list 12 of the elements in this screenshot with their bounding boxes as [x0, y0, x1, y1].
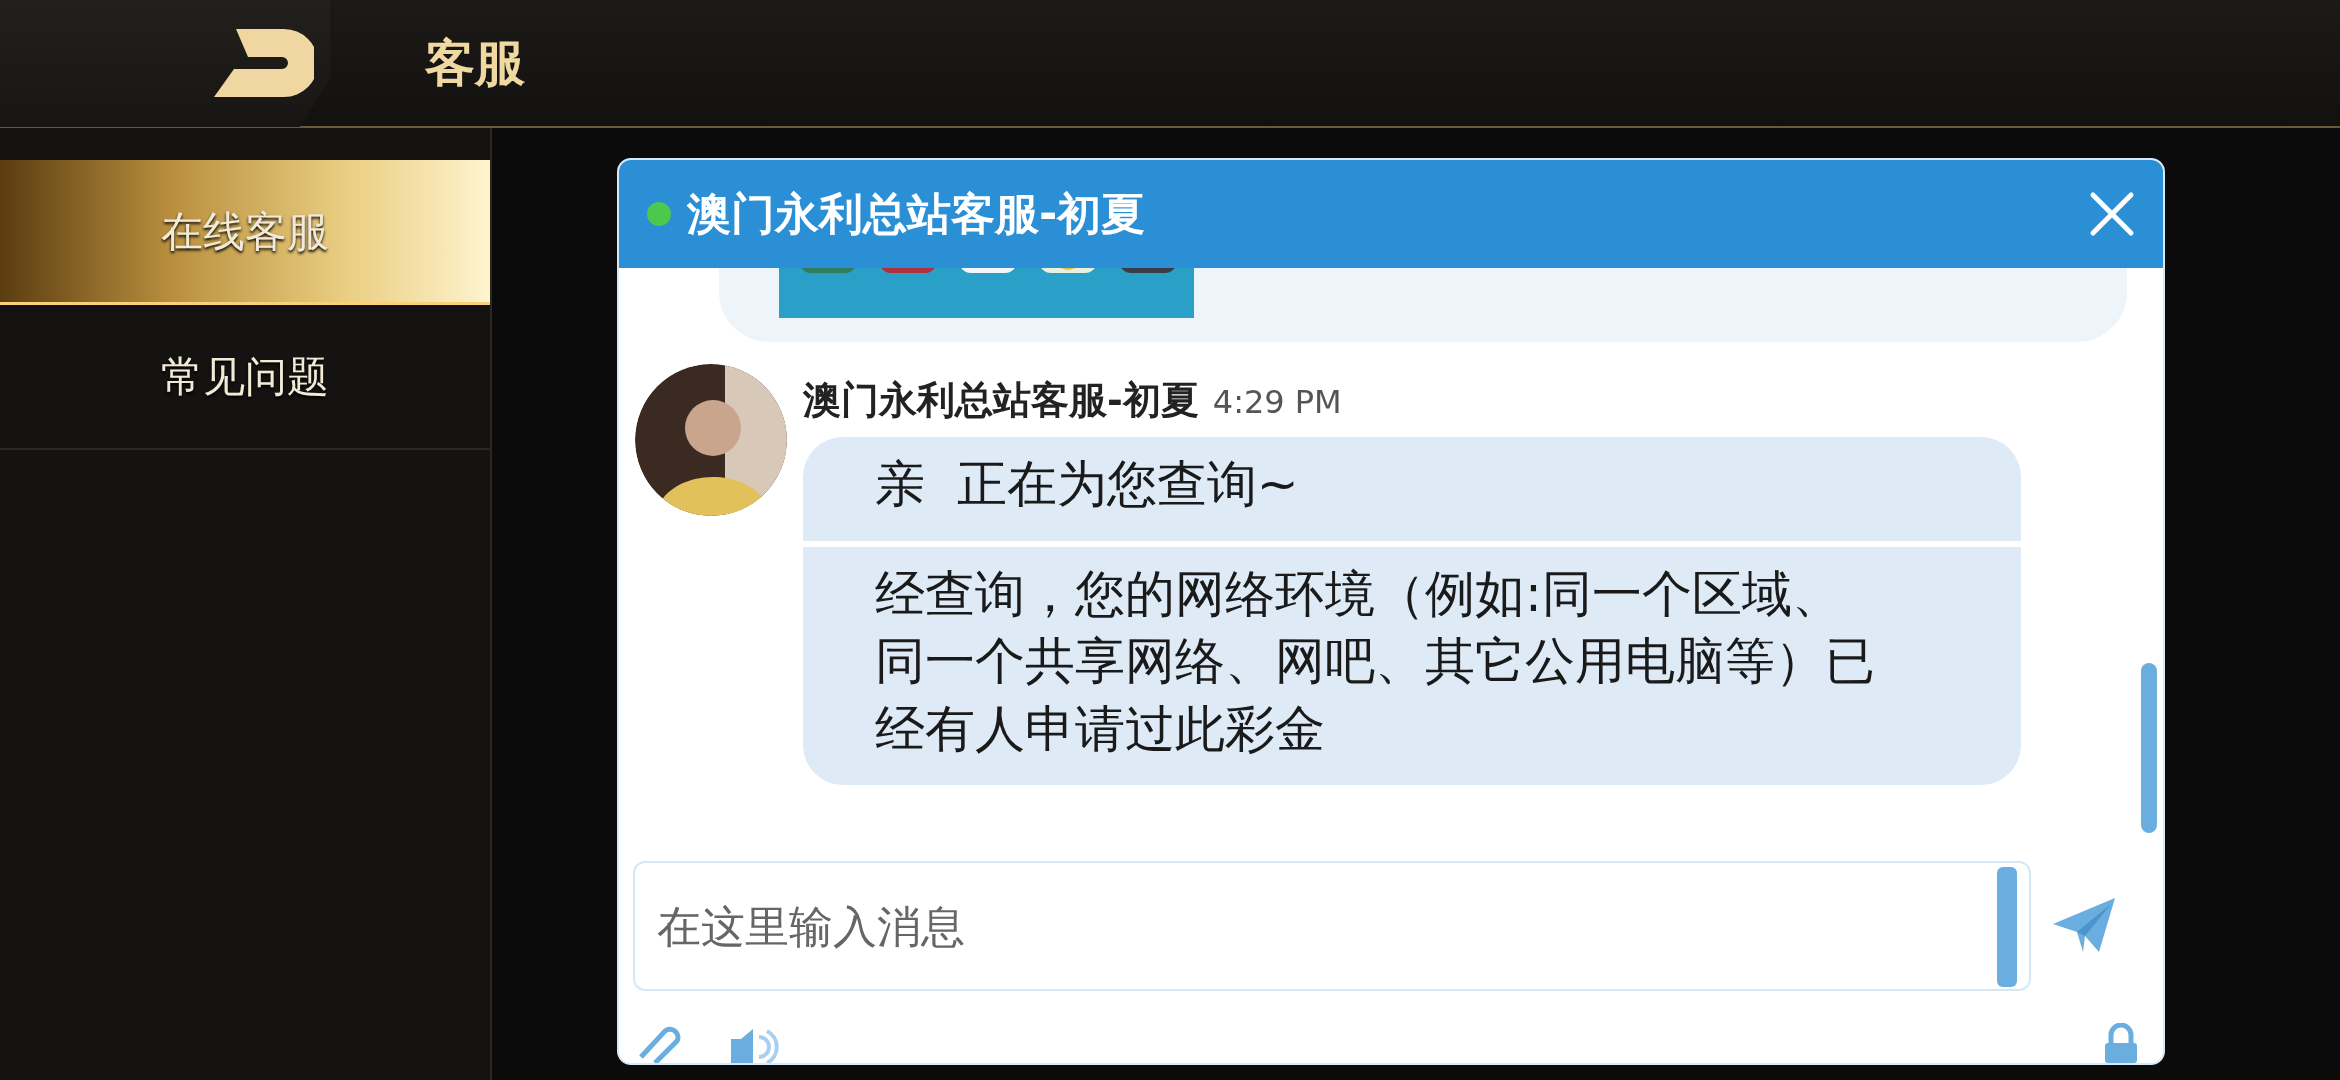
- message-text: 经查询，您的网络环境（例如:同一个区域、同一个共享网络、网吧、其它公用电脑等）已经有人申请过此彩金: [803, 540, 2021, 785]
- scrollbar[interactable]: [1997, 867, 2017, 987]
- logo-icon[interactable]: [214, 29, 314, 97]
- lock-icon[interactable]: [2103, 1023, 2139, 1063]
- page-title: 客服: [425, 32, 525, 94]
- scrollbar[interactable]: [2141, 663, 2157, 833]
- sender-name: 澳门永利总站客服-初夏: [803, 377, 1199, 424]
- chat-title: 澳门永利总站客服-初夏: [687, 187, 1146, 241]
- message-time: 4:29 PM: [1212, 382, 1342, 423]
- sidebar-item[interactable]: 常见问题: [0, 305, 490, 450]
- message-text: 亲 正在为您查询~: [874, 454, 1300, 515]
- message-input-field[interactable]: 在这里输入消息: [633, 861, 2031, 991]
